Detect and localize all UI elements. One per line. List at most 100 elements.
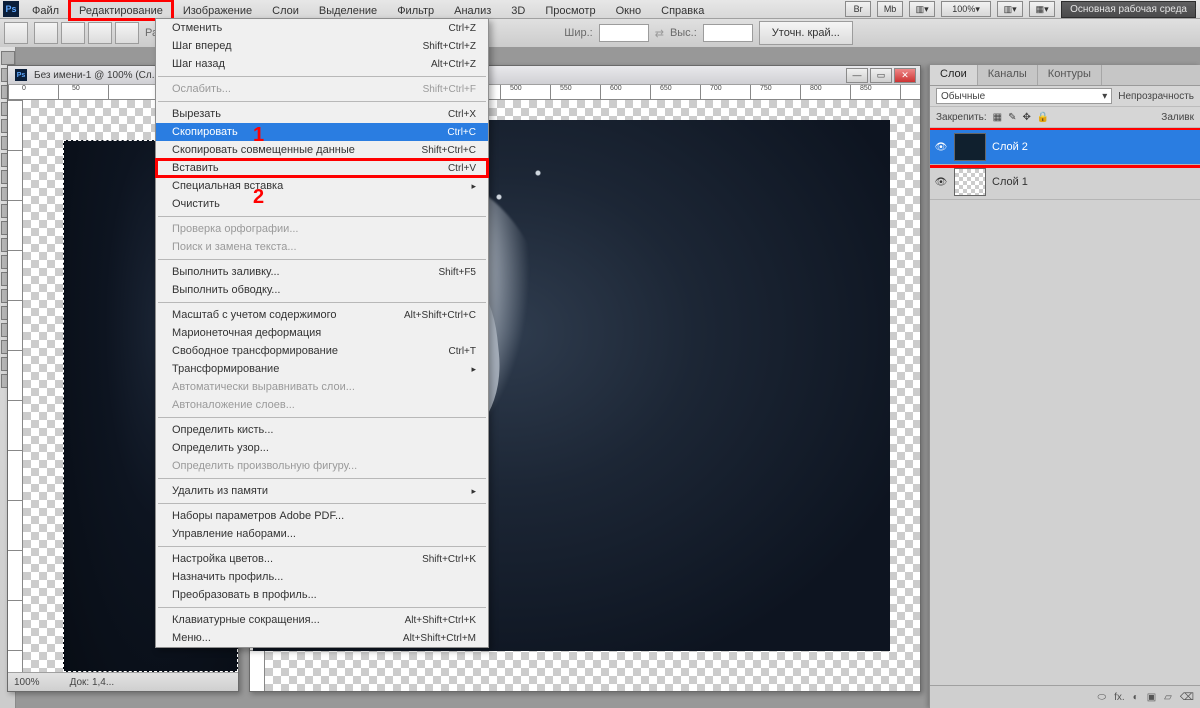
menu-item-выполнить-заливку-[interactable]: Выполнить заливку...Shift+F5 [156, 263, 488, 281]
lock-transparent-icon[interactable]: ▦ [993, 112, 1002, 123]
new-layer-icon[interactable]: ▱ [1164, 692, 1172, 703]
refine-edge-button[interactable]: Уточн. край... [759, 21, 853, 45]
doc1-ruler-v [8, 100, 23, 672]
visibility-icon[interactable] [934, 175, 948, 189]
fx-icon[interactable]: fx. [1114, 692, 1125, 703]
menu-item-ослабить-: Ослабить...Shift+Ctrl+F [156, 80, 488, 98]
trash-icon[interactable]: ⌫ [1180, 692, 1194, 703]
menu-item-очистить[interactable]: Очистить [156, 195, 488, 213]
layer-name[interactable]: Слой 1 [992, 176, 1028, 188]
menu-item-меню-[interactable]: Меню...Alt+Shift+Ctrl+M [156, 629, 488, 647]
tool-icon[interactable] [1, 51, 15, 65]
annotation-1: 1 [253, 124, 264, 147]
menu-item-свободное-трансформирование[interactable]: Свободное трансформированиеCtrl+T [156, 342, 488, 360]
menu-item-масштаб-с-учетом-содержимого[interactable]: Масштаб с учетом содержимогоAlt+Shift+Ct… [156, 306, 488, 324]
panel-tabs: Слои Каналы Контуры [930, 65, 1200, 86]
menu-item-автоматически-выравнивать-слои-: Автоматически выравнивать слои... [156, 378, 488, 396]
layer-thumbnail[interactable] [954, 168, 986, 196]
doc1-statusbar: 100% Док: 1,4... [8, 672, 238, 691]
menu-item-скопировать[interactable]: СкопироватьCtrl+C [156, 123, 488, 141]
selection-mode-group [34, 22, 139, 44]
menu-filter[interactable]: Фильтр [387, 0, 444, 20]
lock-all-icon[interactable]: 🔒 [1037, 112, 1049, 123]
minibridge-button[interactable]: Mb [877, 1, 903, 17]
doc1-docinfo: Док: 1,4... [70, 677, 115, 688]
menu-item-преобразовать-в-профиль-[interactable]: Преобразовать в профиль... [156, 586, 488, 604]
edit-dropdown-menu: ОтменитьCtrl+ZШаг впередShift+Ctrl+ZШаг … [155, 18, 489, 648]
maximize-button[interactable]: ▭ [870, 68, 892, 83]
doc1-zoom[interactable]: 100% [14, 677, 40, 688]
visibility-icon[interactable] [934, 140, 948, 154]
blend-mode-select[interactable]: Обычные▾ [936, 88, 1112, 104]
bridge-button[interactable]: Br [845, 1, 871, 17]
height-field[interactable] [703, 24, 753, 42]
menu-item-определить-кисть-[interactable]: Определить кисть... [156, 421, 488, 439]
menubar: Файл Редактирование Изображение Слои Выд… [22, 0, 714, 18]
height-label: Выс.: [670, 27, 697, 39]
menu-item-вырезать[interactable]: ВырезатьCtrl+X [156, 105, 488, 123]
menu-item-специальная-вставка[interactable]: Специальная вставка [156, 177, 488, 195]
menu-item-определить-узор-[interactable]: Определить узор... [156, 439, 488, 457]
menu-item-наборы-параметров-adobe-pdf-[interactable]: Наборы параметров Adobe PDF... [156, 507, 488, 525]
menu-window[interactable]: Окно [606, 0, 652, 20]
tab-layers[interactable]: Слои [930, 65, 978, 85]
menu-3d[interactable]: 3D [501, 0, 535, 20]
menu-item-трансформирование[interactable]: Трансформирование [156, 360, 488, 378]
menu-item-отменить[interactable]: ОтменитьCtrl+Z [156, 19, 488, 37]
menu-item-марионеточная-деформация[interactable]: Марионеточная деформация [156, 324, 488, 342]
right-toolbar: Br Mb ▥▾ 100% ▾ ▥▾ ▦▾ Основная рабочая с… [845, 0, 1200, 18]
tab-paths[interactable]: Контуры [1038, 65, 1102, 85]
menu-edit[interactable]: Редактирование [69, 0, 173, 20]
menu-item-шаг-назад[interactable]: Шаг назадAlt+Ctrl+Z [156, 55, 488, 73]
sel-new-button[interactable] [34, 22, 58, 44]
layers-panel-footer: ⬭ fx. ◐ ▣ ▱ ⌫ [930, 685, 1200, 708]
menu-image[interactable]: Изображение [173, 0, 262, 20]
workspace-button[interactable]: Основная рабочая среда [1061, 1, 1196, 18]
layer-name[interactable]: Слой 2 [992, 141, 1028, 153]
minimize-button[interactable]: — [846, 68, 868, 83]
menu-file[interactable]: Файл [22, 0, 69, 20]
menu-item-шаг-вперед[interactable]: Шаг впередShift+Ctrl+Z [156, 37, 488, 55]
tab-channels[interactable]: Каналы [978, 65, 1038, 85]
lock-brush-icon[interactable]: ✎ [1008, 112, 1016, 123]
layer-list: Слой 2 Слой 1 [930, 128, 1200, 685]
menu-item-проверка-орфографии-: Проверка орфографии... [156, 220, 488, 238]
menubar-row: Ps Файл Редактирование Изображение Слои … [0, 0, 1200, 19]
zoom-level[interactable]: 100% ▾ [941, 1, 991, 17]
sel-sub-button[interactable] [88, 22, 112, 44]
menu-view[interactable]: Просмотр [535, 0, 605, 20]
layer-thumbnail[interactable] [954, 133, 986, 161]
lock-label: Закрепить: [936, 112, 987, 123]
menu-analysis[interactable]: Анализ [444, 0, 501, 20]
tool-preset-button[interactable] [4, 22, 28, 44]
menu-item-управление-наборами-[interactable]: Управление наборами... [156, 525, 488, 543]
menu-item-настройка-цветов-[interactable]: Настройка цветов...Shift+Ctrl+K [156, 550, 488, 568]
screenmode-button[interactable]: ▥▾ [909, 1, 935, 17]
arrange-button[interactable]: ▥▾ [997, 1, 1023, 17]
menu-item-удалить-из-памяти[interactable]: Удалить из памяти [156, 482, 488, 500]
menu-item-вставить[interactable]: ВставитьCtrl+V [156, 159, 488, 177]
layer-row[interactable]: Слой 1 [930, 165, 1200, 200]
lock-move-icon[interactable]: ✥ [1023, 112, 1031, 123]
adjustment-icon[interactable]: ▣ [1147, 692, 1156, 703]
menu-item-клавиатурные-сокращения-[interactable]: Клавиатурные сокращения...Alt+Shift+Ctrl… [156, 611, 488, 629]
menu-item-назначить-профиль-[interactable]: Назначить профиль... [156, 568, 488, 586]
extras-button[interactable]: ▦▾ [1029, 1, 1055, 17]
link-icon[interactable]: ⬭ [1098, 692, 1107, 703]
layer-row[interactable]: Слой 2 [930, 130, 1200, 165]
menu-item-выполнить-обводку-[interactable]: Выполнить обводку... [156, 281, 488, 299]
menu-item-скопировать-совмещенные-данные[interactable]: Скопировать совмещенные данныеShift+Ctrl… [156, 141, 488, 159]
chevron-icon[interactable]: ≫ [1187, 3, 1196, 14]
menu-item-автоналожение-слоев-: Автоналожение слоев... [156, 396, 488, 414]
menu-select[interactable]: Выделение [309, 0, 387, 20]
doc1-title: Без имени-1 @ 100% (Сл... [34, 70, 160, 81]
mask-icon[interactable]: ◐ [1133, 692, 1139, 703]
close-button[interactable]: ✕ [894, 68, 916, 83]
fill-label: Заливк [1161, 112, 1194, 123]
width-field[interactable] [599, 24, 649, 42]
menu-help[interactable]: Справка [651, 0, 714, 20]
menu-layers[interactable]: Слои [262, 0, 309, 20]
ps-icon: Ps [15, 69, 27, 81]
sel-add-button[interactable] [61, 22, 85, 44]
sel-int-button[interactable] [115, 22, 139, 44]
